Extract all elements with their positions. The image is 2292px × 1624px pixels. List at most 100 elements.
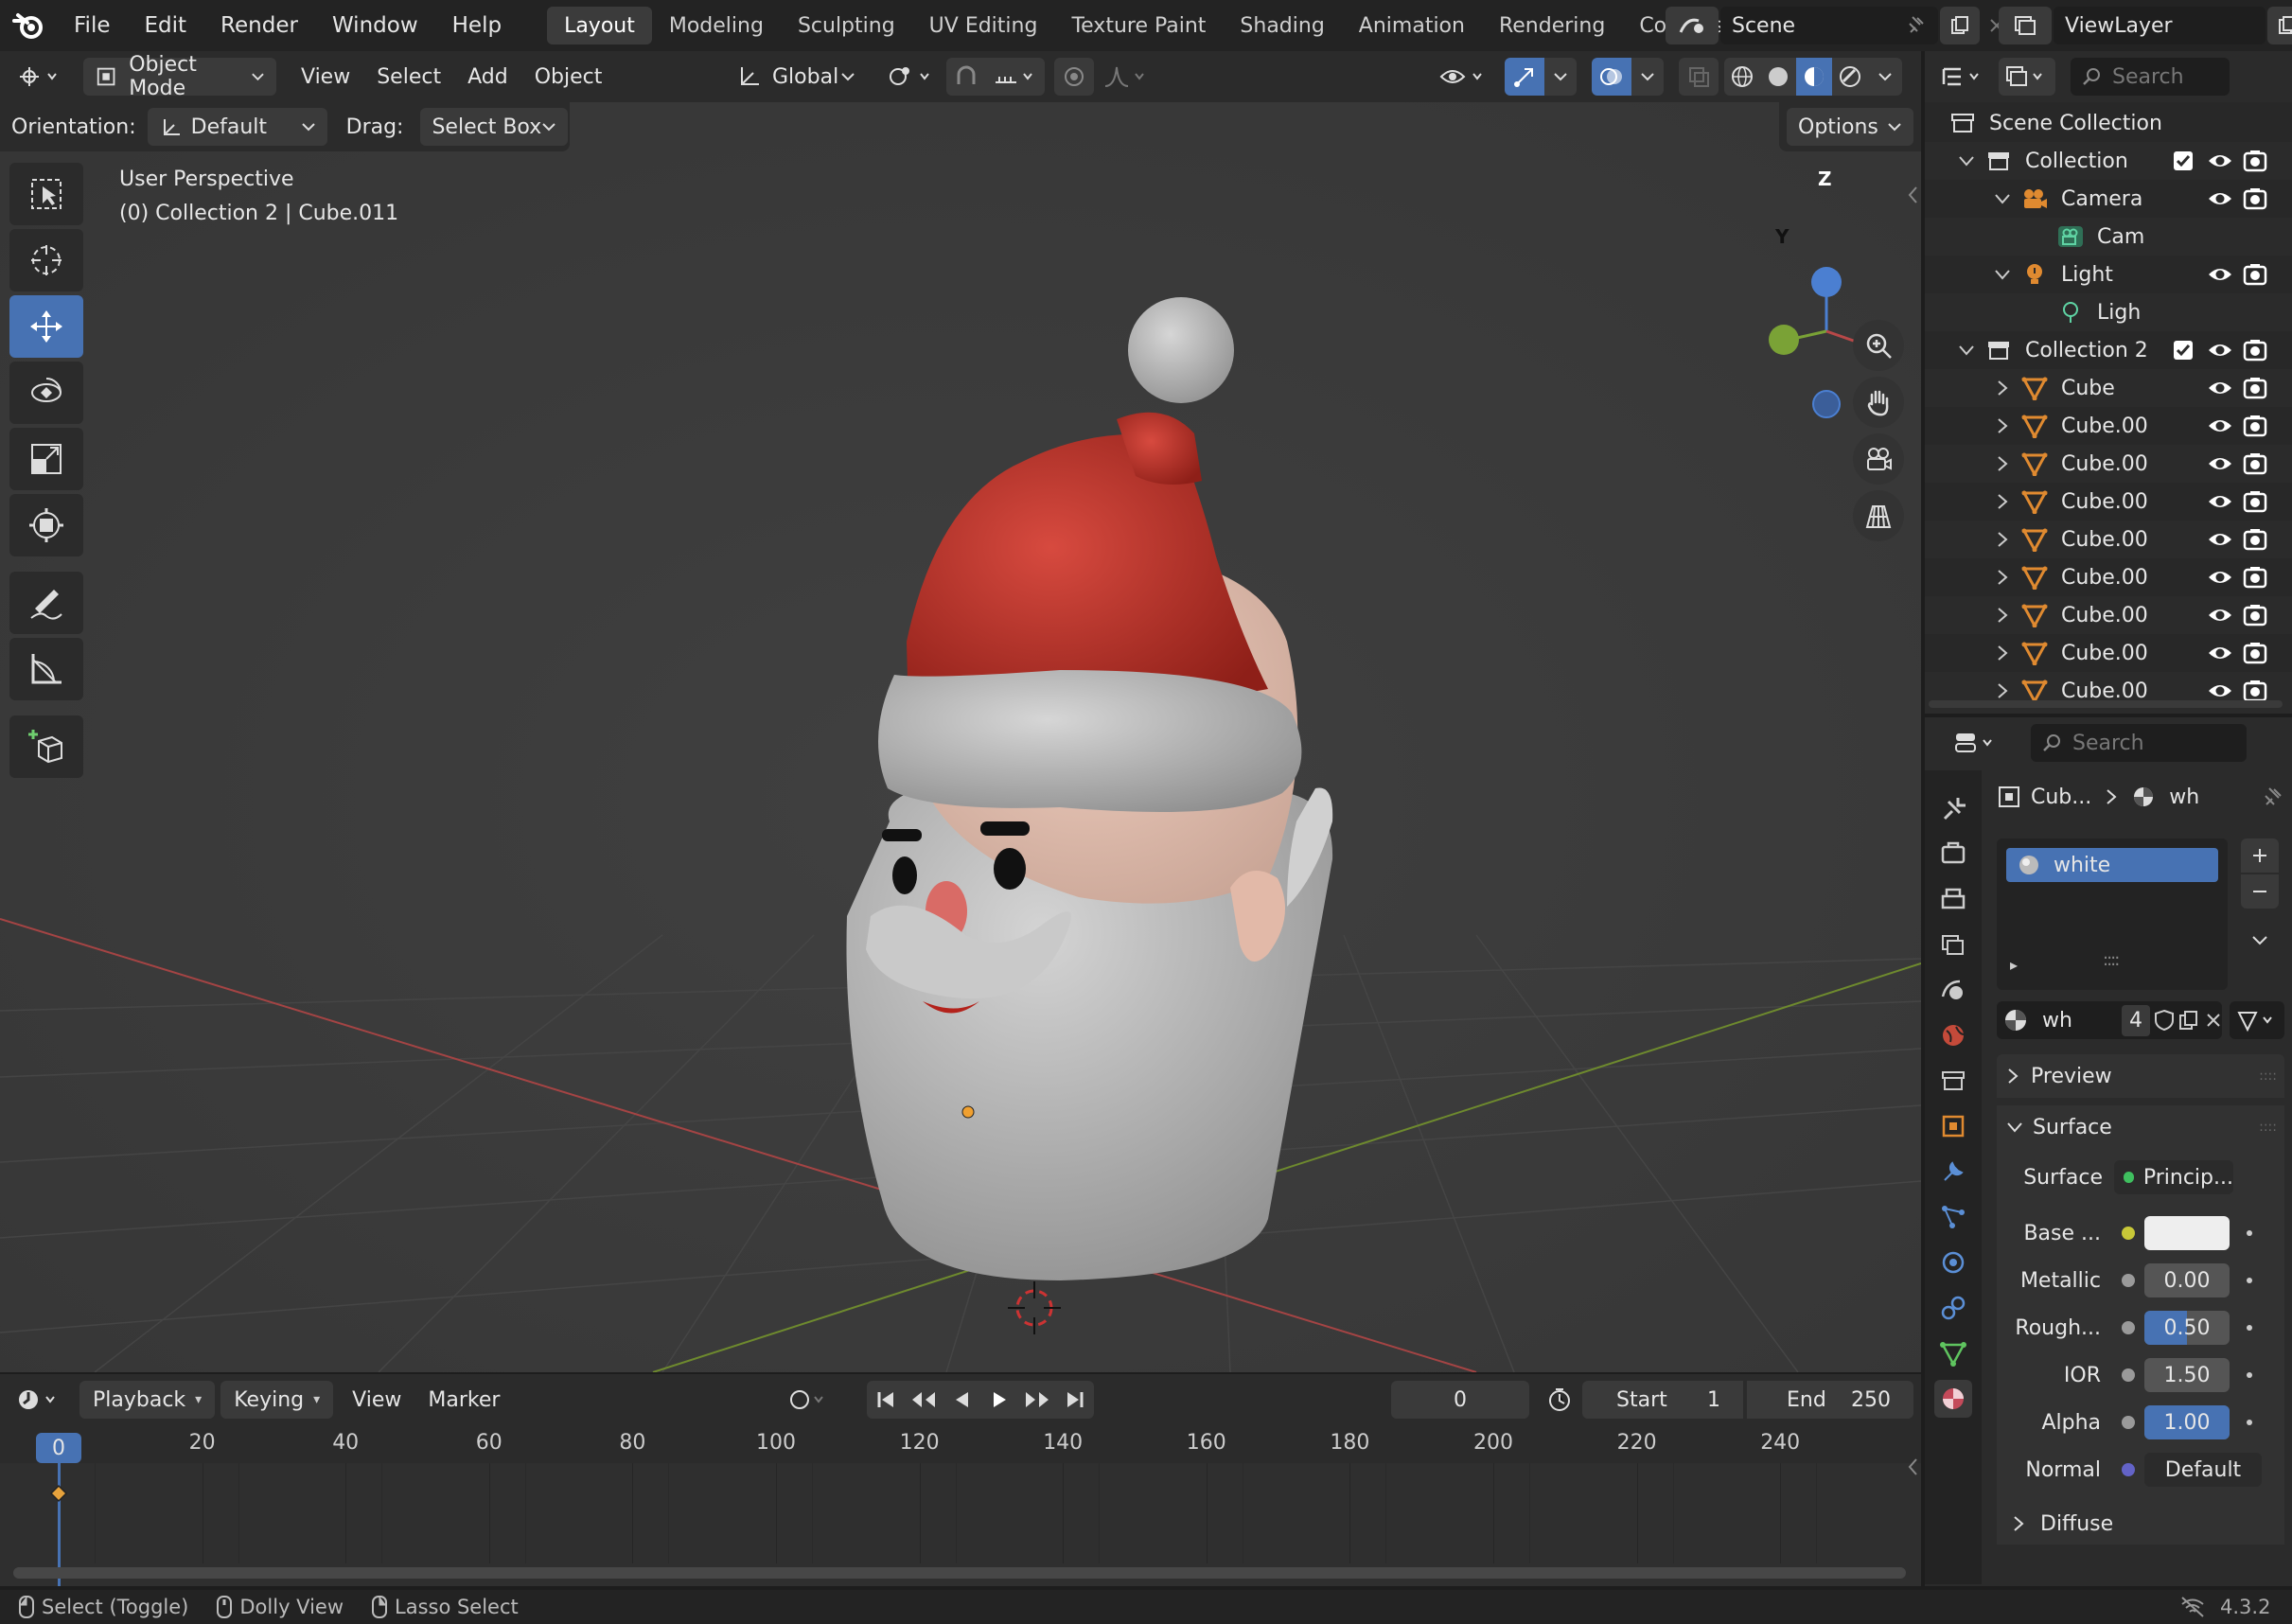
input-socket-dot[interactable]	[2122, 1416, 2135, 1429]
properties-editor-icon[interactable]	[1948, 724, 2006, 762]
drag-grip-icon[interactable]: ::::	[2259, 1068, 2277, 1084]
outliner-row-camera[interactable]: Camera	[1925, 180, 2292, 218]
play-icon[interactable]	[980, 1381, 1018, 1419]
shader-field-value-box[interactable]	[2144, 1216, 2230, 1250]
visibility-eye-icon[interactable]	[2207, 644, 2233, 662]
outliner-row-collection[interactable]: Collection	[1925, 142, 2292, 180]
workspace-tab-rendering[interactable]: Rendering	[1482, 7, 1622, 44]
workspace-tab-sculpting[interactable]: Sculpting	[781, 7, 912, 44]
slot-menu-icon[interactable]	[2241, 924, 2279, 958]
shader-field-value-box[interactable]: Default	[2144, 1453, 2262, 1487]
ortho-grid-icon[interactable]	[1853, 490, 1904, 541]
outliner-editor-icon[interactable]	[1934, 58, 1993, 96]
shader-field-value-box[interactable]: 0.00	[2144, 1263, 2230, 1297]
timeline-menu-marker[interactable]: Marker	[414, 1381, 513, 1419]
world-tab-icon[interactable]	[1934, 1016, 1972, 1054]
render-camera-icon[interactable]	[2243, 377, 2267, 399]
render-tab-icon[interactable]	[1934, 835, 1972, 873]
proportional-editing-icon[interactable]	[1054, 58, 1094, 96]
material-browse-icon[interactable]	[2002, 1007, 2029, 1033]
keyframe-dot-icon[interactable]	[2247, 1230, 2252, 1236]
timeline-sidebar-toggle-icon[interactable]	[1904, 1454, 1921, 1480]
material-tab-icon[interactable]	[1934, 1380, 1972, 1418]
playhead-frame-badge[interactable]: 0	[36, 1433, 81, 1463]
render-camera-icon[interactable]	[2243, 415, 2267, 437]
outliner-row-mesh[interactable]: Cube.00	[1925, 483, 2292, 521]
pin-icon[interactable]	[1900, 7, 1932, 44]
input-socket-dot[interactable]	[2122, 1274, 2135, 1287]
gizmo-options-icon[interactable]	[1544, 58, 1577, 96]
outliner-row-mesh[interactable]: Cube.00	[1925, 558, 2292, 596]
visibility-eye-icon[interactable]	[2207, 454, 2233, 473]
visibility-eye-icon[interactable]	[2207, 341, 2233, 360]
preview-panel-header[interactable]: Preview ::::	[1997, 1054, 2284, 1098]
render-camera-icon[interactable]	[2243, 150, 2267, 172]
expand-triangle-icon[interactable]: ▸	[2010, 956, 2018, 974]
outliner-row-mesh[interactable]: Cube.00	[1925, 596, 2292, 634]
mode-dropdown[interactable]: Object Mode	[83, 53, 276, 100]
transform-orientation-dropdown[interactable]: Global	[725, 58, 867, 96]
camera-view-icon[interactable]	[1853, 433, 1904, 485]
shader-field-value-box[interactable]: 0.50	[2144, 1311, 2230, 1345]
scene-browse-icon[interactable]	[1666, 7, 1719, 44]
render-camera-icon[interactable]	[2243, 339, 2267, 362]
snap-increment-icon[interactable]	[986, 58, 1045, 96]
transform-tool[interactable]	[9, 494, 83, 556]
chevron-right-icon[interactable]	[1991, 528, 2014, 551]
end-frame-field[interactable]: End 250	[1747, 1381, 1913, 1419]
timeline-area[interactable]: 20 40 60 80 100 120 140 160 180 200 220 240 0	[0, 1425, 1921, 1586]
viewport-menu-select[interactable]: Select	[363, 65, 454, 89]
object-tab-icon[interactable]	[1934, 1107, 1972, 1145]
visibility-selectability-icon[interactable]	[1433, 58, 1495, 96]
surface-shader-field[interactable]: Princip...	[2114, 1160, 2233, 1194]
overlays-options-icon[interactable]	[1631, 58, 1664, 96]
rotate-tool[interactable]	[9, 362, 83, 424]
menu-edit[interactable]: Edit	[128, 13, 204, 38]
material-datablock[interactable]: wh 4	[1997, 1001, 2222, 1039]
keyframe-dot-icon[interactable]	[2247, 1420, 2252, 1425]
jump-end-icon[interactable]	[1056, 1381, 1094, 1419]
input-socket-dot[interactable]	[2122, 1227, 2135, 1240]
next-keyframe-icon[interactable]	[1018, 1381, 1056, 1419]
exclude-checkbox[interactable]	[2173, 150, 2194, 171]
pivot-point-icon[interactable]	[882, 58, 939, 96]
surface-panel-header[interactable]: Surface ::::	[1997, 1105, 2284, 1149]
outliner-row-camera-data[interactable]: Cam	[1925, 218, 2292, 256]
tool-tab-icon[interactable]	[1934, 789, 1972, 827]
measure-tool[interactable]	[9, 638, 83, 700]
outliner-row-mesh[interactable]: Cube	[1925, 369, 2292, 407]
visibility-eye-icon[interactable]	[2207, 492, 2233, 511]
modifier-tab-icon[interactable]	[1934, 1153, 1972, 1191]
render-camera-icon[interactable]	[2243, 490, 2267, 513]
gizmo-neg-z-handle[interactable]	[1812, 390, 1841, 418]
render-camera-icon[interactable]	[2243, 528, 2267, 551]
link-type-icon[interactable]	[2230, 1001, 2284, 1039]
outliner-row-collection[interactable]: Collection 2	[1925, 331, 2292, 369]
current-frame-field[interactable]: 0	[1391, 1381, 1529, 1419]
gizmo-y-handle[interactable]	[1769, 325, 1799, 355]
material-slot-item[interactable]: white	[2006, 848, 2218, 882]
duplicate-material-icon[interactable]	[2178, 1010, 2199, 1031]
chevron-right-icon[interactable]	[1991, 680, 2014, 702]
chevron-right-icon[interactable]	[1991, 490, 2014, 513]
keyframe-dot-icon[interactable]	[2247, 1372, 2252, 1378]
select-box-tool[interactable]	[9, 163, 83, 225]
new-scene-icon[interactable]	[1940, 7, 1980, 44]
timeline-menu-keying[interactable]: Keying ▾	[220, 1381, 334, 1419]
render-camera-icon[interactable]	[2243, 187, 2267, 210]
timeline-menu-view[interactable]: View	[339, 1381, 414, 1419]
workspace-tab-animation[interactable]: Animation	[1342, 7, 1482, 44]
outliner-row-light[interactable]: Light	[1925, 256, 2292, 293]
chevron-right-icon[interactable]	[1991, 452, 2014, 475]
input-socket-dot[interactable]	[2122, 1463, 2135, 1476]
viewport-menu-object[interactable]: Object	[521, 65, 616, 89]
display-mode-icon[interactable]	[1999, 58, 2055, 96]
visibility-eye-icon[interactable]	[2207, 681, 2233, 700]
input-socket-dot[interactable]	[2122, 1321, 2135, 1334]
outliner-row-mesh[interactable]: Cube.00	[1925, 445, 2292, 483]
menu-file[interactable]: File	[57, 13, 128, 38]
viewport-menu-add[interactable]: Add	[454, 65, 521, 89]
start-frame-field[interactable]: Start 1	[1582, 1381, 1743, 1419]
view-layer-browse-icon[interactable]	[1999, 7, 2052, 44]
new-view-layer-icon[interactable]	[2267, 7, 2292, 44]
